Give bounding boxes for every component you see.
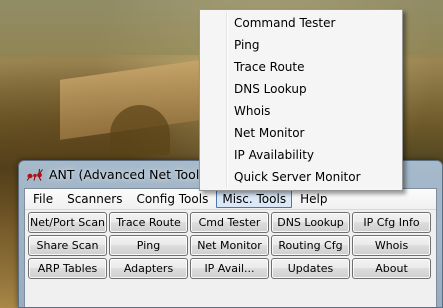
ant-icon	[27, 168, 43, 182]
menu-bar: File Scanners Config Tools Misc. Tools H…	[25, 189, 436, 210]
about-button[interactable]: About	[352, 258, 431, 279]
misc-tools-dropdown-menu: Command Tester Ping Trace Route DNS Look…	[199, 9, 403, 191]
trace-route-button[interactable]: Trace Route	[109, 212, 188, 233]
menu-item-quick-server-monitor[interactable]: Quick Server Monitor	[202, 166, 400, 188]
menu-item-whois[interactable]: Whois	[202, 100, 400, 122]
net-port-scan-button[interactable]: Net/Port Scan	[28, 212, 107, 233]
menu-item-net-monitor[interactable]: Net Monitor	[202, 122, 400, 144]
menu-item-dns-lookup[interactable]: DNS Lookup	[202, 78, 400, 100]
updates-button[interactable]: Updates	[271, 258, 350, 279]
menu-misc-tools[interactable]: Misc. Tools	[216, 190, 293, 208]
menu-item-trace-route[interactable]: Trace Route	[202, 56, 400, 78]
whois-button[interactable]: Whois	[352, 235, 431, 256]
routing-cfg-button[interactable]: Routing Cfg	[271, 235, 350, 256]
adapters-button[interactable]: Adapters	[109, 258, 188, 279]
ping-button[interactable]: Ping	[109, 235, 188, 256]
menu-config-tools[interactable]: Config Tools	[130, 190, 214, 208]
tool-button-grid: Net/Port Scan Trace Route Cmd Tester DNS…	[28, 212, 431, 279]
menu-scanners[interactable]: Scanners	[61, 190, 128, 208]
net-monitor-button[interactable]: Net Monitor	[190, 235, 269, 256]
menu-file[interactable]: File	[27, 190, 59, 208]
menu-item-command-tester[interactable]: Command Tester	[202, 12, 400, 34]
share-scan-button[interactable]: Share Scan	[28, 235, 107, 256]
window-client-area: File Scanners Config Tools Misc. Tools H…	[24, 188, 437, 307]
arp-tables-button[interactable]: ARP Tables	[28, 258, 107, 279]
ip-avail-button[interactable]: IP Avail...	[190, 258, 269, 279]
menu-item-ping[interactable]: Ping	[202, 34, 400, 56]
menu-item-ip-availability[interactable]: IP Availability	[202, 144, 400, 166]
menu-help[interactable]: Help	[294, 190, 333, 208]
cmd-tester-button[interactable]: Cmd Tester	[190, 212, 269, 233]
ip-cfg-info-button[interactable]: IP Cfg Info	[352, 212, 431, 233]
dns-lookup-button[interactable]: DNS Lookup	[271, 212, 350, 233]
desktop: ANT (Advanced Net Tools) 2. File Scanner…	[0, 0, 443, 308]
